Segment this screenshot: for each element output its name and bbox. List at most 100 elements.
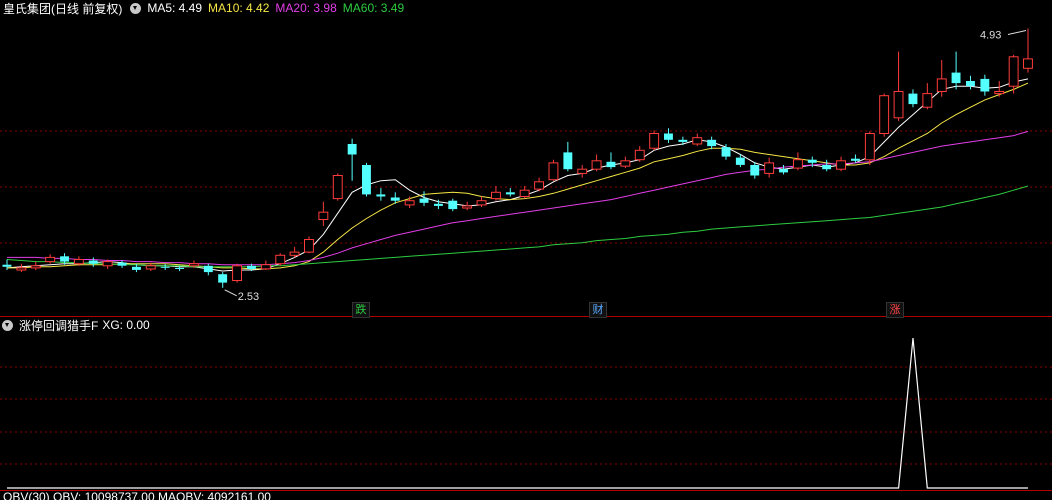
candle <box>678 136 688 146</box>
low-arrow <box>224 289 237 297</box>
candle-body <box>620 160 631 167</box>
candle <box>117 260 127 268</box>
xg-readout: XG: 0.00 <box>102 318 150 332</box>
dropdown-icon[interactable] <box>2 319 13 331</box>
ma5-line <box>6 78 1029 272</box>
candle-body <box>779 169 788 173</box>
candle <box>563 141 573 172</box>
candle-body <box>247 265 256 269</box>
candle <box>606 152 616 170</box>
candle-body <box>692 137 703 145</box>
candle <box>1023 28 1033 73</box>
stock-title: 皇氏集团(日线 前复权) <box>3 1 123 16</box>
candle-body <box>390 197 400 201</box>
candle-body <box>851 158 860 161</box>
candle-body <box>908 93 918 105</box>
candle-body <box>434 203 443 206</box>
candle <box>994 81 1005 97</box>
low-label: 2.53 <box>238 291 259 303</box>
candle-body <box>1008 56 1019 87</box>
candle-body <box>649 133 660 149</box>
candle-body <box>966 81 975 87</box>
candle <box>908 89 918 108</box>
candle <box>419 191 429 206</box>
candle <box>591 154 602 172</box>
candle-body <box>362 165 371 195</box>
candle-body <box>836 160 846 170</box>
candle-body <box>793 159 803 169</box>
candle-body <box>73 259 84 265</box>
candle <box>879 93 890 137</box>
candle-body <box>332 175 343 200</box>
ma10-readout: MA10: 4.42 <box>208 1 270 15</box>
tag-die: 跌 <box>352 302 370 318</box>
candle-body <box>519 189 530 197</box>
candle <box>664 128 673 143</box>
candle-body <box>203 265 213 273</box>
candle <box>448 198 458 212</box>
candle-body <box>664 133 673 140</box>
candle-body <box>994 91 1005 95</box>
candle-body <box>462 205 473 209</box>
candle-body <box>88 260 98 264</box>
candle <box>692 133 703 147</box>
candle-body <box>60 256 69 262</box>
candle-body <box>289 251 300 256</box>
main-header: 皇氏集团(日线 前复权) MA5: 4.49 MA10: 4.42 MA20: … <box>0 0 410 16</box>
candle <box>620 156 631 169</box>
candle-body <box>980 78 990 92</box>
candle <box>275 253 286 266</box>
dropdown-icon[interactable] <box>130 2 142 14</box>
candle <box>980 74 990 96</box>
candle <box>160 263 170 270</box>
indicator-title: 涨停回调猎手F <box>19 318 99 333</box>
candle <box>260 260 271 270</box>
candle-body <box>45 256 56 263</box>
candle-body <box>145 265 156 270</box>
candle <box>505 188 515 197</box>
candle-body <box>175 267 184 269</box>
candle <box>634 146 645 162</box>
candle <box>404 196 415 209</box>
candle-body <box>218 274 228 283</box>
candle <box>534 177 544 192</box>
candle-body <box>30 265 41 269</box>
candle <box>764 157 775 178</box>
candle-body <box>117 262 127 266</box>
candle <box>462 201 473 211</box>
candle-body <box>505 192 515 195</box>
candle-body <box>591 160 602 170</box>
candle-body <box>807 159 817 163</box>
candle <box>793 152 803 171</box>
candle-body <box>534 181 544 190</box>
candle <box>893 51 904 121</box>
candle-body <box>102 261 113 267</box>
xg-signal-chart <box>0 337 1052 489</box>
candle-body <box>189 263 199 267</box>
high-label: 4.93 <box>980 30 1001 42</box>
candle-body <box>16 267 27 271</box>
candle <box>376 188 386 201</box>
candle <box>2 259 12 270</box>
candle <box>318 201 329 226</box>
candle-body <box>750 165 760 176</box>
ma5-readout: MA5: 4.49 <box>147 1 203 15</box>
candle <box>218 272 228 288</box>
ma60-readout: MA60: 3.49 <box>342 1 405 15</box>
candle-body <box>721 147 731 157</box>
candle-body <box>1023 58 1033 69</box>
candle <box>548 159 559 181</box>
candle <box>936 60 947 97</box>
ma10-line <box>7 82 1029 270</box>
candle-body <box>678 139 688 142</box>
candle <box>951 51 961 90</box>
candle-body <box>347 144 357 155</box>
candle-body <box>936 78 947 93</box>
candle-body <box>563 152 573 170</box>
candle-body <box>275 254 286 265</box>
candle-body <box>707 139 717 147</box>
sub-header: 涨停回调猎手F XG: 0.00 <box>0 317 156 333</box>
candle-body <box>822 165 832 170</box>
candle <box>362 162 371 197</box>
candle-body <box>606 161 616 168</box>
